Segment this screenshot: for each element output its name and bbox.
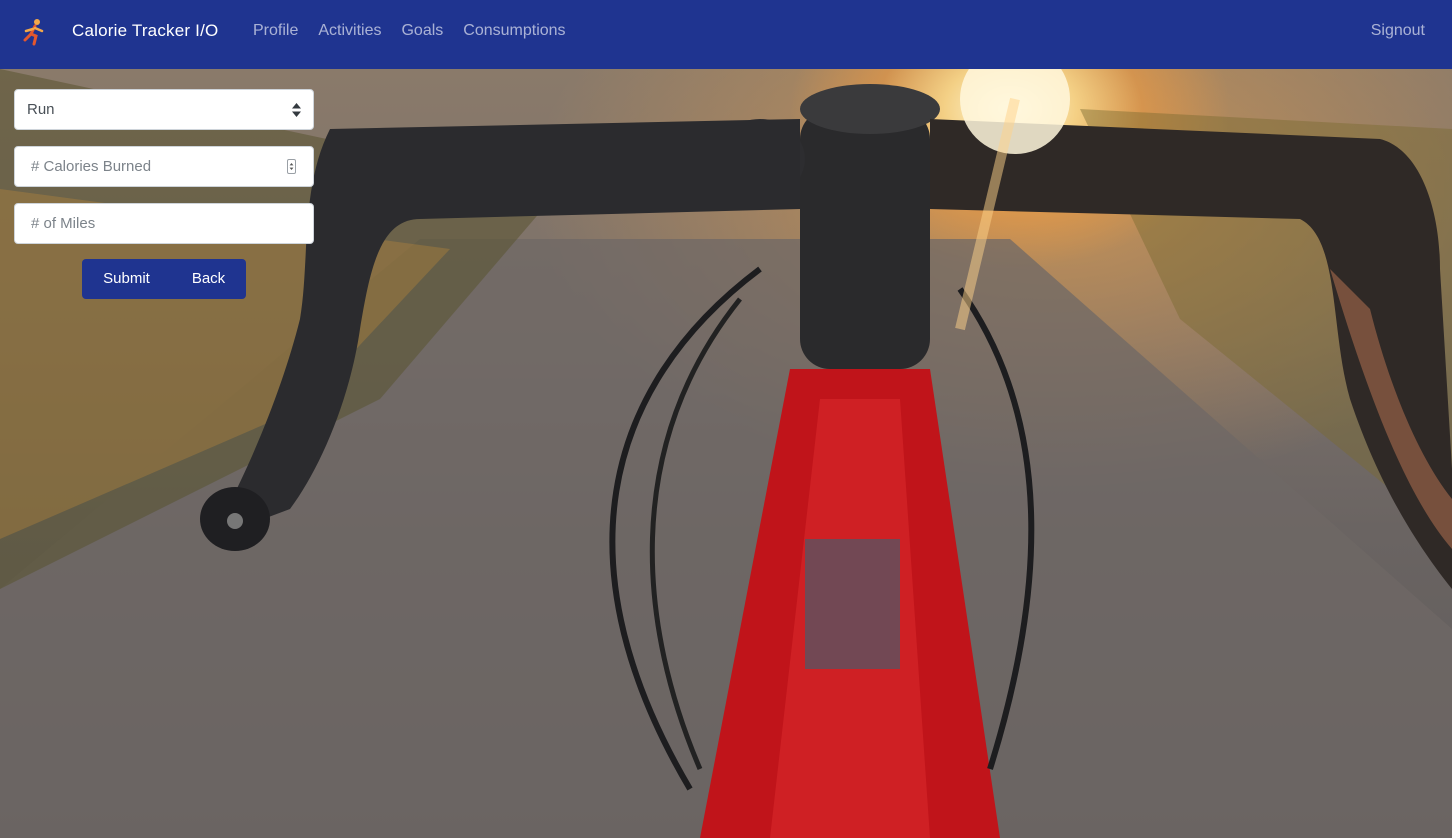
calories-burned-placeholder: # Calories Burned — [31, 158, 152, 175]
nav-link-goals[interactable]: Goals — [401, 22, 443, 40]
nav-links: Profile Activities Goals Consumptions — [253, 22, 586, 40]
nav-link-consumptions[interactable]: Consumptions — [463, 22, 565, 40]
brand-name[interactable]: Calorie Tracker I/O — [72, 21, 218, 41]
signout-link[interactable]: Signout — [1371, 22, 1425, 40]
page: Calorie Tracker I/O Profile Activities G… — [0, 0, 1452, 838]
number-stepper-icon[interactable] — [287, 159, 296, 174]
miles-placeholder: # of Miles — [31, 215, 96, 232]
nav-link-activities[interactable]: Activities — [318, 22, 381, 40]
back-button[interactable]: Back — [171, 259, 246, 299]
calories-burned-input[interactable]: # Calories Burned — [14, 146, 314, 187]
navbar: Calorie Tracker I/O Profile Activities G… — [0, 0, 1452, 69]
submit-button[interactable]: Submit — [82, 259, 171, 299]
activity-type-selected: Run — [27, 101, 55, 118]
runner-icon[interactable] — [22, 18, 46, 46]
miles-input[interactable]: # of Miles — [14, 203, 314, 244]
activity-form: Run # Calories Burned # of Miles Submit … — [14, 89, 314, 299]
form-button-group: Submit Back — [82, 259, 246, 299]
select-arrows-icon — [292, 103, 301, 117]
nav-link-profile[interactable]: Profile — [253, 22, 298, 40]
activity-type-select[interactable]: Run — [14, 89, 314, 130]
